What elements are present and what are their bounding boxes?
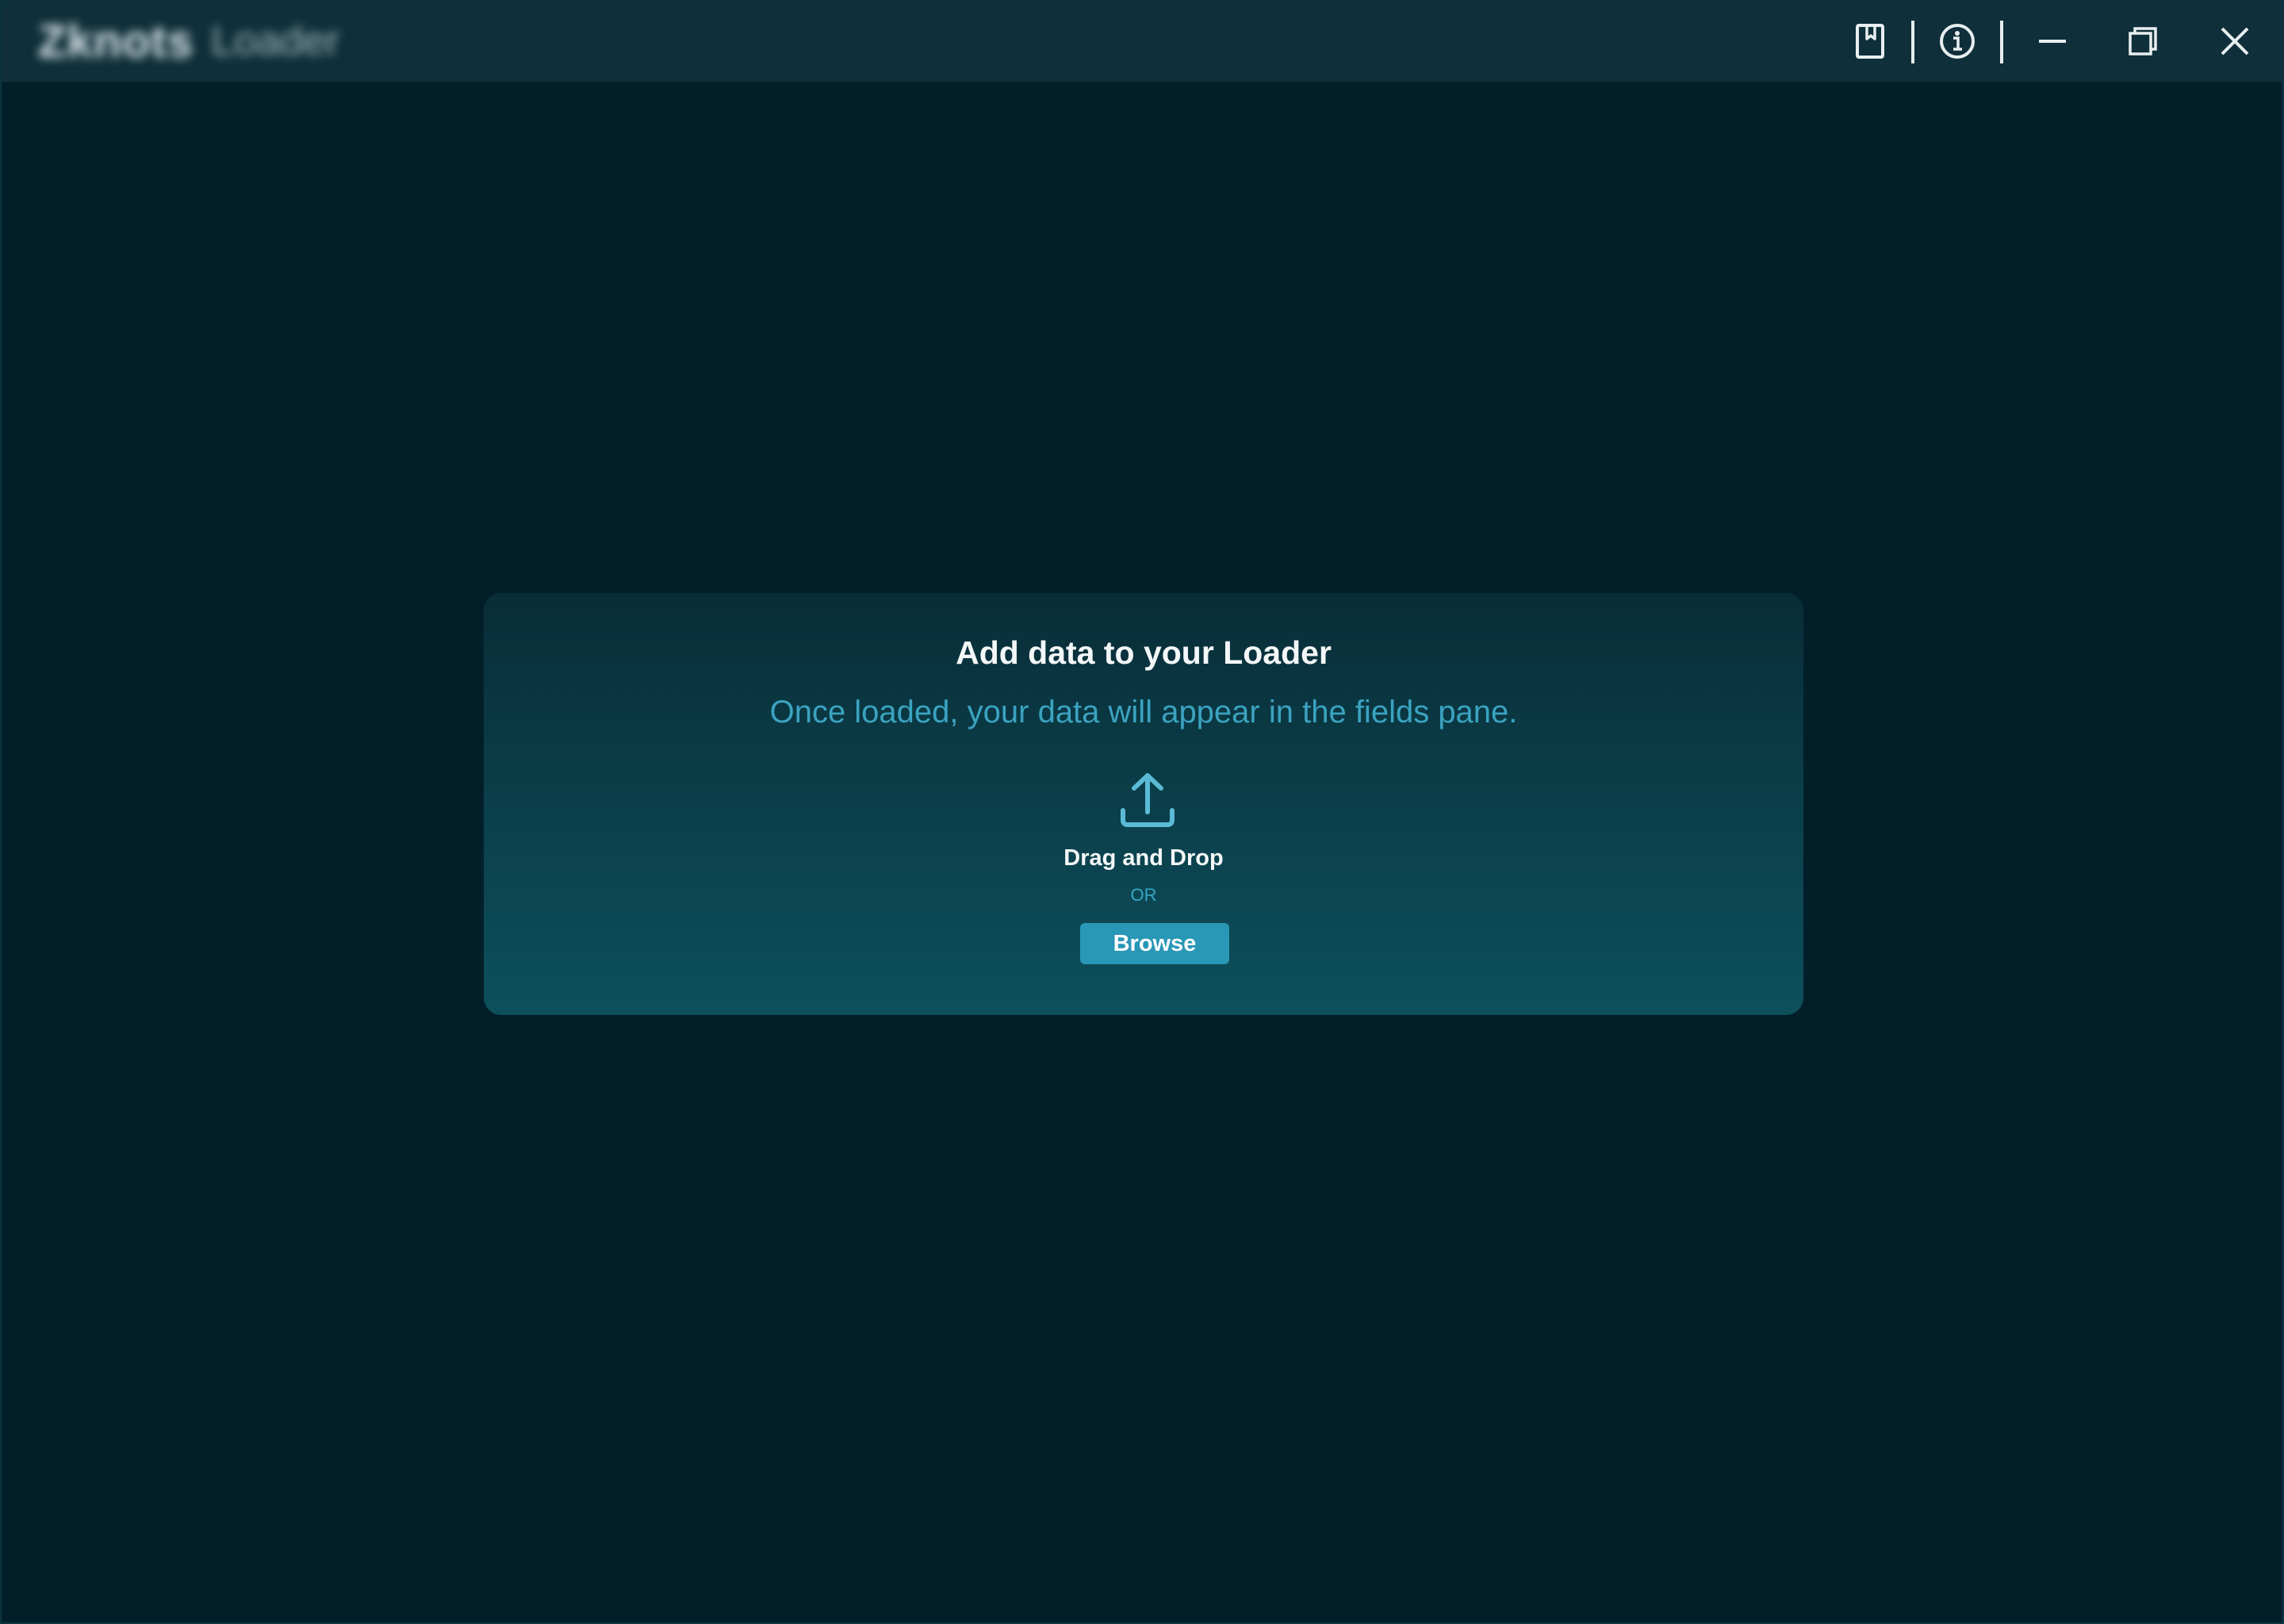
close-icon[interactable] [2211, 17, 2259, 65]
app-name: Loader [211, 18, 340, 64]
drop-zone-panel[interactable]: Add data to your Loader Once loaded, you… [484, 593, 1803, 1015]
app-title: Zknots Loader [38, 15, 340, 67]
browse-button[interactable]: Browse [1080, 923, 1229, 964]
drag-and-drop-label: Drag and Drop [1063, 845, 1224, 871]
title-bar[interactable]: Zknots Loader [2, 2, 2284, 82]
minimize-icon[interactable] [2029, 17, 2076, 65]
or-label: OR [1130, 885, 1157, 905]
drop-panel-title: Add data to your Loader [956, 634, 1332, 671]
info-circle-icon[interactable] [1933, 17, 1981, 65]
upload-icon [1120, 772, 1175, 829]
restore-icon[interactable] [2119, 17, 2167, 65]
app-brand: Zknots [38, 15, 194, 67]
title-separator-2 [2000, 21, 2003, 63]
app-window: Zknots Loader Add data to your Loader On… [0, 0, 2284, 1624]
title-separator-1 [1911, 21, 1914, 63]
book-icon[interactable] [1846, 17, 1894, 65]
drop-panel-subtitle: Once loaded, your data will appear in th… [769, 695, 1518, 730]
